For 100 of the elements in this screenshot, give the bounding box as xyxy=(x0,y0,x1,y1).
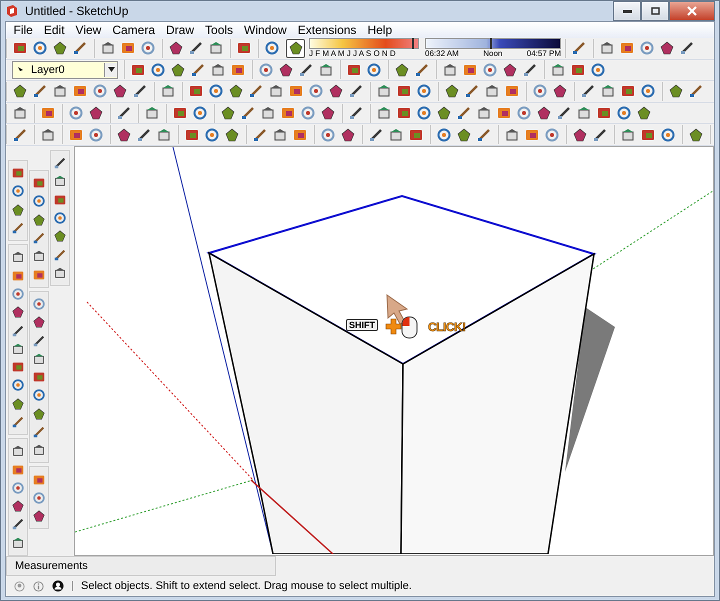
tool-icon[interactable] xyxy=(11,324,25,338)
tool-icon[interactable] xyxy=(264,40,280,56)
tool-icon[interactable] xyxy=(92,83,108,100)
tool-icon[interactable] xyxy=(272,126,288,143)
tool-icon[interactable] xyxy=(32,231,46,246)
menu-item[interactable]: Help xyxy=(362,23,398,37)
tool-icon[interactable] xyxy=(388,126,404,143)
tool-icon[interactable] xyxy=(240,105,256,122)
tool-icon[interactable] xyxy=(552,83,568,100)
tool-icon[interactable] xyxy=(328,83,344,100)
tool-icon[interactable] xyxy=(116,126,132,143)
tool-icon[interactable] xyxy=(204,126,220,143)
time-slider[interactable] xyxy=(425,38,561,50)
tool-icon[interactable] xyxy=(636,105,652,122)
tool-icon[interactable] xyxy=(436,126,452,143)
tool-icon[interactable] xyxy=(414,62,430,78)
tool-icon[interactable] xyxy=(298,62,314,78)
tool-icon[interactable] xyxy=(660,126,676,143)
menu-item[interactable]: Edit xyxy=(38,23,70,37)
tool-icon[interactable] xyxy=(532,83,548,100)
tool-icon[interactable] xyxy=(320,126,336,143)
tool-icon[interactable] xyxy=(268,83,284,100)
tool-icon[interactable] xyxy=(32,176,46,190)
tool-icon[interactable] xyxy=(32,249,46,264)
tool-icon[interactable] xyxy=(88,105,104,122)
tool-icon[interactable] xyxy=(210,62,226,78)
tool-icon[interactable] xyxy=(318,62,334,78)
tool-icon[interactable] xyxy=(444,83,460,100)
tool-icon[interactable] xyxy=(32,425,46,439)
tool-icon[interactable] xyxy=(598,40,614,56)
caret-icon[interactable] xyxy=(104,62,117,77)
model-viewport[interactable]: SHIFT CLICK! xyxy=(74,146,714,556)
tool-icon[interactable] xyxy=(140,40,156,56)
tool-icon[interactable] xyxy=(52,83,68,100)
tool-icon[interactable] xyxy=(88,126,104,143)
tool-icon[interactable] xyxy=(11,499,25,514)
tool-icon[interactable] xyxy=(12,105,28,122)
tool-icon[interactable] xyxy=(53,229,67,244)
tool-icon[interactable] xyxy=(11,166,25,180)
tool-icon[interactable] xyxy=(136,126,152,143)
tool-icon[interactable] xyxy=(72,40,88,56)
tool-icon[interactable] xyxy=(348,83,364,100)
tool-icon[interactable] xyxy=(32,296,46,311)
tool-icon[interactable] xyxy=(12,83,28,100)
slider-thumb[interactable] xyxy=(412,38,414,50)
tool-icon[interactable] xyxy=(668,83,684,100)
tool-icon[interactable] xyxy=(224,126,240,143)
tool-icon[interactable] xyxy=(11,221,25,236)
tool-icon[interactable] xyxy=(572,126,588,143)
tool-icon[interactable] xyxy=(416,83,432,100)
tool-icon[interactable] xyxy=(278,62,294,78)
menu-item[interactable]: Extensions xyxy=(292,23,362,37)
tool-icon[interactable] xyxy=(442,62,458,78)
tool-icon[interactable] xyxy=(144,105,160,122)
tool-icon[interactable] xyxy=(570,40,586,56)
tool-icon[interactable] xyxy=(638,40,654,56)
tool-icon[interactable] xyxy=(53,192,67,207)
layer-dropdown[interactable]: Layer0 xyxy=(12,60,118,79)
tool-icon[interactable] xyxy=(32,268,46,282)
tool-icon[interactable] xyxy=(550,62,566,78)
user-icon[interactable] xyxy=(52,580,64,592)
tool-icon[interactable] xyxy=(11,415,25,429)
tool-icon[interactable] xyxy=(32,40,48,56)
tool-icon[interactable] xyxy=(248,83,264,100)
tool-icon[interactable] xyxy=(368,126,384,143)
tool-icon[interactable] xyxy=(208,40,224,56)
tool-icon[interactable] xyxy=(482,62,498,78)
month-slider[interactable] xyxy=(309,38,419,50)
tool-icon[interactable] xyxy=(40,126,56,143)
tool-icon[interactable] xyxy=(170,62,186,78)
tool-icon[interactable] xyxy=(11,396,25,411)
tool-icon[interactable] xyxy=(688,83,704,100)
tool-icon[interactable] xyxy=(192,105,208,122)
tool-icon[interactable] xyxy=(376,105,392,122)
tool-icon[interactable] xyxy=(366,62,382,78)
tool-icon[interactable] xyxy=(436,105,452,122)
tool-icon[interactable] xyxy=(32,509,46,524)
tool-icon[interactable] xyxy=(320,105,336,122)
tool-icon[interactable] xyxy=(112,83,128,100)
tool-icon[interactable] xyxy=(376,83,392,100)
close-button[interactable] xyxy=(669,1,715,21)
tool-icon[interactable] xyxy=(544,126,560,143)
tool-icon[interactable] xyxy=(484,83,500,100)
tool-icon[interactable] xyxy=(308,83,324,100)
tool-icon[interactable] xyxy=(556,105,572,122)
tool-icon[interactable] xyxy=(348,105,364,122)
tool-icon[interactable] xyxy=(32,315,46,330)
tool-icon[interactable] xyxy=(11,305,25,320)
tool-icon[interactable] xyxy=(592,126,608,143)
tool-icon[interactable] xyxy=(260,105,276,122)
tool-icon[interactable] xyxy=(11,462,25,477)
tool-icon[interactable] xyxy=(11,536,25,550)
tool-icon[interactable] xyxy=(504,126,520,143)
tool-icon[interactable] xyxy=(590,62,606,78)
menu-item[interactable]: Draw xyxy=(160,23,200,37)
tool-icon[interactable] xyxy=(600,83,616,100)
tool-icon[interactable] xyxy=(32,472,46,487)
tool-icon[interactable] xyxy=(52,40,68,56)
tool-icon[interactable] xyxy=(11,480,25,495)
tool-icon[interactable] xyxy=(11,444,25,458)
